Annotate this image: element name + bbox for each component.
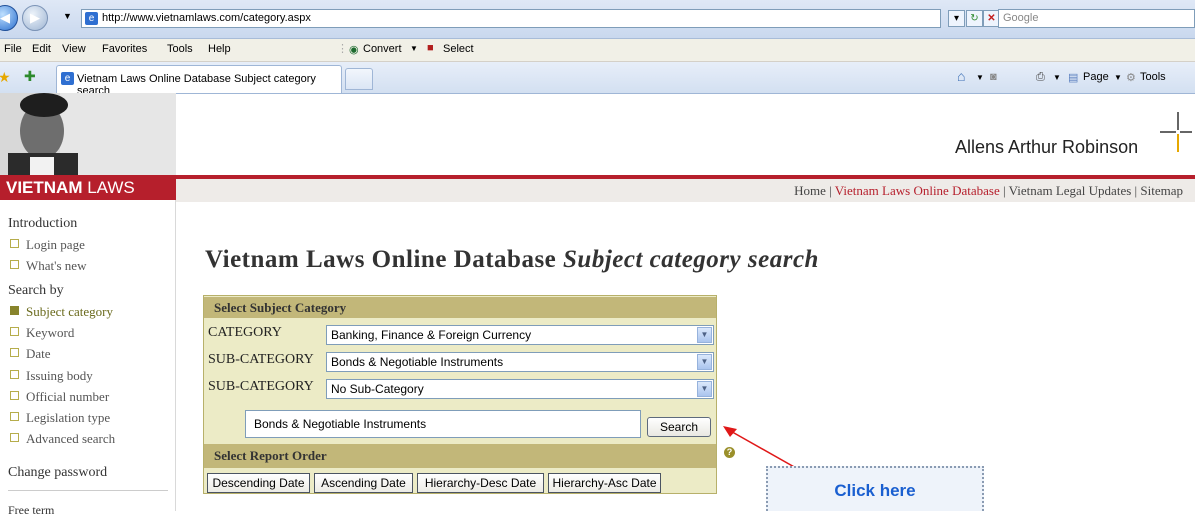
tools-gear-icon: ⚙ [1126, 72, 1136, 84]
sidebar-item-official-number[interactable]: Official number [10, 389, 109, 405]
menu-edit[interactable]: Edit [32, 43, 51, 55]
brand-bar: VIETNAM LAWS [0, 175, 176, 200]
sub-category-2-label: SUB-CATEGORY [208, 379, 314, 394]
menu-tools[interactable]: Tools [167, 43, 193, 55]
nav-sitemap[interactable]: Sitemap [1140, 183, 1183, 198]
url-dropdown-icon[interactable]: ▾ [948, 10, 965, 27]
page-menu-icon: ▤ [1068, 72, 1079, 84]
feeds-icon[interactable]: ◙ [990, 71, 997, 83]
page-title: Vietnam Laws Online Database Subject cat… [205, 246, 819, 273]
sidebar-item-legislation-type[interactable]: Legislation type [10, 410, 110, 426]
pdf-select-icon: ■ [427, 42, 434, 54]
convert-icon: ◉ [349, 44, 359, 56]
back-button[interactable]: ◀ [0, 5, 18, 31]
new-tab-button[interactable] [345, 68, 373, 90]
url-text: http://www.vietnamlaws.com/category.aspx [102, 12, 311, 24]
add-favorite-icon[interactable]: ✚ [24, 68, 36, 85]
menu-favorites[interactable]: Favorites [102, 43, 147, 55]
sidebar-item-login[interactable]: Login page [10, 237, 85, 253]
sub-category-label: SUB-CATEGORY [208, 352, 314, 367]
sidebar-item-keyword[interactable]: Keyword [10, 325, 74, 341]
brand-bold: VIETNAM [6, 178, 83, 197]
sidebar-item-date[interactable]: Date [10, 346, 51, 362]
bullet-icon [10, 327, 19, 336]
chevron-down-icon[interactable]: ▼ [697, 327, 712, 343]
sidebar-heading-introduction: Introduction [8, 216, 78, 231]
toolbar-grip: ⋮ [337, 43, 348, 55]
nav-online-database[interactable]: Vietnam Laws Online Database [835, 183, 1000, 198]
callout-box: Click here [766, 466, 984, 511]
bullet-icon [10, 391, 19, 400]
history-dropdown-icon[interactable]: ▼ [63, 11, 72, 21]
tools-menu-button[interactable]: Tools [1140, 71, 1166, 83]
panel-header-subject: Select Subject Category [204, 297, 716, 318]
select-button[interactable]: Select [443, 43, 474, 55]
sidebar-change-password[interactable]: Change password [8, 465, 107, 481]
nav-legal-updates[interactable]: Vietnam Legal Updates [1009, 183, 1132, 198]
search-button[interactable]: Search [647, 417, 711, 437]
bullet-icon [10, 412, 19, 421]
sidebar-item-subject-category[interactable]: Subject category [10, 304, 113, 320]
portrait-image [0, 93, 176, 175]
top-nav-links: Home | Vietnam Laws Online Database | Vi… [794, 183, 1183, 199]
bullet-active-icon [10, 306, 19, 315]
page-menu-button[interactable]: Page [1083, 71, 1109, 83]
convert-button[interactable]: Convert [363, 43, 402, 55]
address-bar-row: ◀ ▶ ▼ e http://www.vietnamlaws.com/categ… [0, 0, 1195, 39]
header-photo [0, 93, 176, 175]
sidebar-item-whats-new[interactable]: What's new [10, 258, 86, 274]
order-ascending-date-button[interactable]: Ascending Date [314, 473, 413, 493]
chevron-down-icon[interactable]: ▼ [697, 381, 712, 397]
favorites-star-icon[interactable]: ★ [0, 69, 11, 86]
home-icon[interactable]: ⌂ [957, 68, 965, 84]
firm-logo-text: Allens Arthur Robinson [955, 137, 1139, 157]
bullet-icon [10, 348, 19, 357]
sidebar-heading-search-by: Search by [8, 283, 64, 298]
menu-file[interactable]: File [4, 43, 22, 55]
print-icon[interactable]: ⎙ [1036, 71, 1045, 84]
home-dropdown-icon[interactable]: ▼ [976, 73, 984, 82]
menu-bar: File Edit View Favorites Tools Help ⋮ ◉ … [0, 39, 1195, 62]
top-nav: Home | Vietnam Laws Online Database | Vi… [176, 179, 1195, 202]
bullet-icon [10, 260, 19, 269]
print-dropdown-icon[interactable]: ▼ [1053, 73, 1061, 82]
bullet-icon [10, 370, 19, 379]
order-hierarchy-asc-button[interactable]: Hierarchy-Asc Date [548, 473, 661, 493]
sidebar-item-advanced-search[interactable]: Advanced search [10, 431, 115, 447]
order-hierarchy-desc-button[interactable]: Hierarchy-Desc Date [417, 473, 544, 493]
sidebar: Introduction Login page What's new Searc… [0, 200, 176, 517]
firm-logo-mark-icon [1160, 112, 1192, 152]
page-icon: e [85, 12, 98, 25]
search-input[interactable]: Google [998, 9, 1195, 28]
tab-bar: ★ ✚ e Vietnam Laws Online Database Subje… [0, 62, 1195, 97]
convert-dropdown-icon[interactable]: ▼ [410, 44, 418, 53]
url-field[interactable]: e http://www.vietnamlaws.com/category.as… [81, 9, 941, 28]
forward-button[interactable]: ▶ [22, 5, 48, 31]
order-descending-date-button[interactable]: Descending Date [207, 473, 310, 493]
refresh-icon[interactable]: ↻ [966, 10, 983, 27]
sub-category-select[interactable]: Bonds & Negotiable Instruments ▼ [326, 352, 714, 372]
page-dropdown-icon[interactable]: ▼ [1114, 73, 1122, 82]
page-title-italic: Subject category search [563, 246, 819, 273]
search-text-field[interactable]: Bonds & Negotiable Instruments [245, 410, 641, 438]
bullet-icon [10, 239, 19, 248]
tab-active[interactable]: e Vietnam Laws Online Database Subject c… [56, 65, 342, 97]
search-panel: Select Subject Category CATEGORY Banking… [203, 295, 717, 494]
sidebar-item-issuing-body[interactable]: Issuing body [10, 368, 93, 384]
sub-category-2-select[interactable]: No Sub-Category ▼ [326, 379, 714, 399]
sidebar-divider [8, 490, 168, 491]
menu-view[interactable]: View [62, 43, 86, 55]
category-label: CATEGORY [208, 325, 282, 340]
category-select[interactable]: Banking, Finance & Foreign Currency ▼ [326, 325, 714, 345]
nav-sep: | [999, 183, 1009, 198]
menu-help[interactable]: Help [208, 43, 231, 55]
nav-sep: | [825, 183, 835, 198]
panel-header-report-order: Select Report Order [204, 444, 716, 468]
chevron-down-icon[interactable]: ▼ [697, 354, 712, 370]
nav-home[interactable]: Home [794, 183, 826, 198]
bullet-icon [10, 433, 19, 442]
ie-page-icon: e [61, 72, 74, 85]
brand-rest: LAWS [82, 178, 135, 197]
